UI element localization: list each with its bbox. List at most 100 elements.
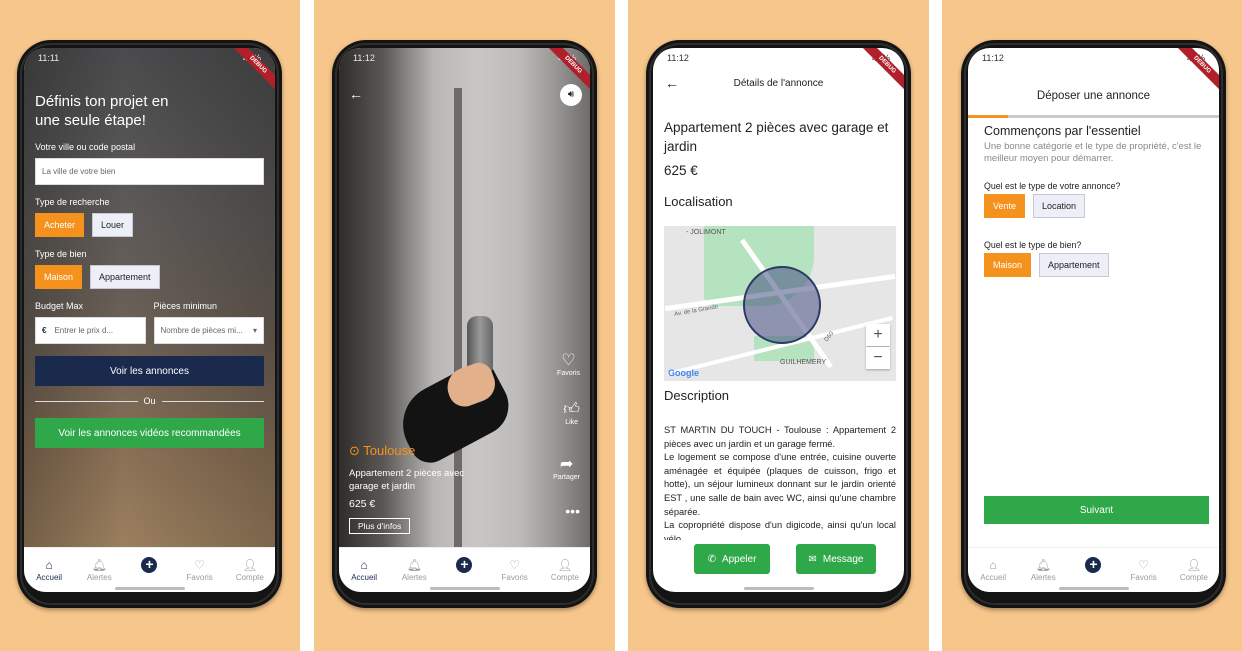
property-type-question: Quel est le type de bien?	[984, 240, 1082, 250]
budget-input[interactable]: € Entrer le prix d...	[35, 317, 146, 344]
google-logo: Google	[668, 368, 699, 378]
share-action[interactable]: ➦ Partager	[553, 454, 580, 481]
bell-icon: 🔔︎	[406, 557, 422, 572]
nav-home[interactable]: ⌂ Accueil	[970, 559, 1016, 582]
heart-icon: ♡	[194, 557, 206, 572]
budget-label: Budget Max	[35, 301, 84, 311]
back-arrow-icon[interactable]: ←	[665, 75, 679, 91]
buy-chip[interactable]: Acheter	[35, 213, 85, 237]
budget-placeholder: Entrer le prix d...	[54, 326, 114, 335]
house-chip[interactable]: Maison	[35, 265, 83, 289]
zoom-out-button[interactable]: −	[866, 347, 890, 369]
nav-add[interactable]: +	[441, 557, 487, 583]
home-icon: ⌂	[360, 557, 368, 572]
listing-price: 625 €	[349, 498, 376, 510]
bell-icon: 🔔︎	[91, 557, 107, 572]
plus-icon: +	[456, 557, 473, 573]
map-label-guilhemery: GUILHEMERY	[780, 359, 827, 366]
home-indicator	[1058, 587, 1129, 590]
heart-icon: ♡	[509, 557, 521, 572]
status-time: 11:12	[353, 53, 375, 63]
thumbs-up-icon: 👍︎	[563, 401, 580, 418]
home-icon: ⌂	[45, 557, 53, 572]
home-indicator	[114, 587, 185, 590]
nav-alerts[interactable]: 🔔︎ Alertes	[1020, 559, 1066, 582]
header-title: Déposer une annonce	[1036, 90, 1151, 102]
location-radius	[743, 266, 821, 344]
location-heading: Localisation	[664, 194, 733, 209]
video-listings-button[interactable]: Voir les annonces vidéos recommandées	[35, 418, 264, 448]
phone-search: 11:11 46% DEBUG Définis ton projet en un…	[17, 40, 282, 608]
home-indicator	[743, 587, 814, 590]
listing-title: Appartement 2 pièces avec garage et jard…	[664, 120, 889, 154]
rooms-select[interactable]: Nombre de pièces mi... ▾	[153, 317, 264, 344]
see-listings-button[interactable]: Voir les annonces	[35, 356, 264, 386]
nav-add[interactable]: +	[1070, 557, 1116, 583]
apartment-chip[interactable]: Appartement	[90, 265, 160, 289]
nav-account[interactable]: 👤︎ Compte	[227, 559, 273, 582]
zoom-in-button[interactable]: +	[866, 324, 890, 346]
video-screen: 11:12 46% DEBUG ← 🔊︎ ♡Favoris 👍︎Like ➦Pa…	[339, 48, 590, 592]
nav-add[interactable]: +	[126, 557, 172, 583]
status-time: 11:12	[667, 53, 689, 63]
more-icon[interactable]: •••	[565, 503, 580, 519]
like-action[interactable]: 👍︎ Like	[563, 400, 580, 426]
search-screen: 11:11 46% DEBUG Définis ton projet en un…	[24, 48, 275, 592]
heart-icon: ♡	[561, 352, 576, 369]
post-screen: 11:12 46% DEBUG Déposer une annonce Comm…	[968, 48, 1219, 592]
property-type-label: Type de bien	[35, 249, 87, 259]
user-icon: 👤︎	[242, 557, 258, 572]
plus-icon: +	[1085, 557, 1102, 573]
city-title: ⊙ Toulouse	[349, 443, 416, 458]
location-pin-icon: ⊙	[349, 443, 364, 458]
or-divider: Ou	[35, 396, 265, 406]
bell-icon: 🔔︎	[1035, 557, 1051, 572]
details-screen: 11:12 46% DEBUG ← Détails de l'annonce A…	[653, 48, 904, 592]
progress-bar	[968, 115, 1219, 118]
section-title: Commençons par l'essentiel	[984, 124, 1141, 138]
message-button[interactable]: ✉ Message	[796, 544, 876, 574]
section-subtitle: Une bonne catégorie et le type de propri…	[984, 141, 1202, 164]
nav-favorites[interactable]: ♡ Favoris	[492, 559, 538, 582]
location-map[interactable]: - JOLIMONT Av. de la Grande D50 GUILHEME…	[664, 226, 896, 381]
house-chip[interactable]: Maison	[984, 253, 1032, 277]
sound-icon[interactable]: 🔊︎	[560, 84, 582, 106]
nav-home[interactable]: ⌂ Accueil	[26, 559, 72, 582]
euro-icon: €	[42, 326, 47, 335]
nav-favorites[interactable]: ♡ Favoris	[177, 559, 223, 582]
nav-account[interactable]: 👤︎ Compte	[1171, 559, 1217, 582]
status-time: 11:11	[38, 53, 60, 63]
rent-chip[interactable]: Louer	[92, 213, 134, 237]
city-input[interactable]: La ville de votre bien	[35, 158, 264, 185]
home-icon: ⌂	[989, 557, 997, 572]
call-button[interactable]: ✆ Appeler	[694, 544, 770, 574]
nav-favorites[interactable]: ♡ Favoris	[1121, 559, 1167, 582]
rooms-placeholder: Nombre de pièces mi...	[160, 326, 243, 335]
sale-chip[interactable]: Vente	[984, 194, 1026, 218]
phone-post: 11:12 46% DEBUG Déposer une annonce Comm…	[961, 40, 1226, 608]
back-arrow-icon[interactable]: ←	[349, 86, 363, 102]
nav-alerts[interactable]: 🔔︎ Alertes	[76, 559, 122, 582]
plus-icon: +	[141, 557, 158, 573]
status-time: 11:12	[982, 53, 1004, 63]
bottom-nav: ⌂ Accueil 🔔︎ Alertes + ♡ Favoris 👤︎ Compte	[339, 547, 590, 592]
next-button[interactable]: Suivant	[984, 496, 1209, 524]
nav-alerts[interactable]: 🔔︎ Alertes	[391, 559, 437, 582]
page-title: Définis ton projet en une seule étape!	[35, 93, 169, 129]
mail-icon: ✉	[808, 553, 817, 565]
rental-chip[interactable]: Location	[1033, 194, 1086, 218]
user-icon: 👤︎	[557, 557, 573, 572]
rooms-label: Pièces minimun	[153, 301, 218, 311]
more-info-button[interactable]: Plus d'infos	[349, 518, 411, 534]
listing-type-question: Quel est le type de votre annonce?	[984, 181, 1121, 191]
nav-home[interactable]: ⌂ Accueil	[341, 559, 387, 582]
phone-video: 11:12 46% DEBUG ← 🔊︎ ♡Favoris 👍︎Like ➦Pa…	[332, 40, 597, 608]
nav-account[interactable]: 👤︎ Compte	[542, 559, 588, 582]
bottom-nav: ⌂ Accueil 🔔︎ Alertes + ♡ Favoris 👤︎ Compte	[24, 547, 275, 592]
city-label: Votre ville ou code postal	[35, 142, 136, 152]
favorite-action[interactable]: ♡ Favoris	[557, 350, 580, 377]
progress-fill	[968, 115, 1009, 118]
heart-icon: ♡	[1138, 557, 1150, 572]
description-heading: Description	[664, 388, 730, 403]
apartment-chip[interactable]: Appartement	[1039, 253, 1109, 277]
